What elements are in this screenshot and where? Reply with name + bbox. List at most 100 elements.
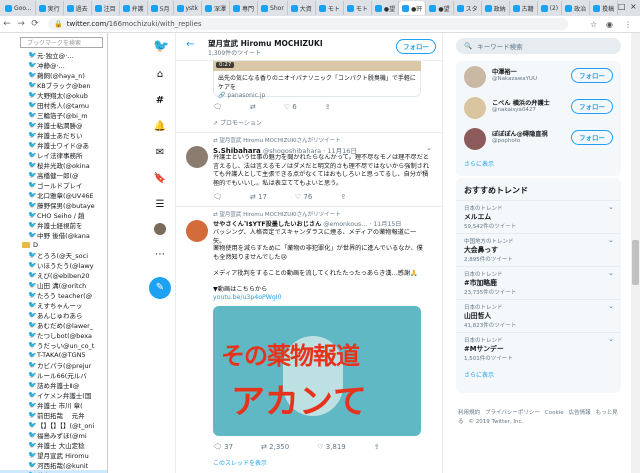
bookmark-item[interactable]: 🐦 中野 後借(@kana [0,230,107,241]
hashtag-icon[interactable]: # [153,95,167,106]
browser-tab[interactable]: 弁護 [120,1,148,15]
browser-tab[interactable]: Goo... [2,1,36,15]
author-name[interactable]: せやさくんἼ$YTF投墨したいおじさん [213,221,321,228]
retweet-button[interactable]: ⇄ 17 [250,193,267,201]
user-name[interactable]: こべん 横浜の弁護士 [492,98,550,107]
bookmark-item[interactable]: 🐦 とろろ(@天_soci [0,250,107,261]
avatar[interactable] [464,128,486,150]
star-icon[interactable]: ☆ [590,20,597,29]
bookmark-item[interactable]: 🐦 望月宣武 Hiromu [0,450,107,461]
bookmark-item[interactable]: 🐦 うだっい@un_co_t [0,340,107,351]
reload-icon[interactable]: ⟳ [28,19,42,29]
menu-icon[interactable]: ⋮ [624,20,632,29]
like-button[interactable]: ♡ 76 [295,193,312,201]
browser-tab[interactable]: ●望 [426,1,454,15]
bookmark-item[interactable]: 🐦 ルール66(元ルバ [0,370,107,381]
bookmark-item[interactable]: 🐦 元·独立@·... [0,50,107,61]
more-icon[interactable]: ⋯ [153,249,167,260]
bookmark-folder[interactable]: D [0,240,107,250]
bookmark-item[interactable]: 🐦 【】【】【】(@t_oni [0,420,107,431]
browser-tab[interactable]: モト [316,1,344,15]
bookmark-item[interactable]: 🐦 あむだめ(@lawer_ [0,320,107,331]
list-icon[interactable]: ☰ [153,199,167,210]
retweet-icon[interactable]: ⇄ [250,103,256,111]
bookmark-item[interactable]: 🐦 山田 溝(@oritch [0,280,107,291]
bookmark-item[interactable]: 🐦 ゴールドプレイ [0,180,107,191]
bookmark-icon[interactable]: 🔖 [153,173,167,184]
bookmark-item[interactable]: 🐦 三輪箔子(@bi_m [0,110,107,121]
follow-button[interactable]: フォロー [571,99,613,114]
bookmark-item[interactable]: 🐦 高橋健一郎(@ [0,170,107,181]
url-input[interactable]: 🔒 twitter.com/ 166mochizuki/with_replies [48,18,568,30]
browser-tab[interactable]: モト [344,1,372,15]
minimize-icon[interactable]: – [603,2,607,11]
browser-tab[interactable]: ●望 [372,1,400,15]
avatar[interactable] [186,220,208,242]
trend-item[interactable]: 日本のトレンド 山田哲人 41,823件のツイート ⌄ [456,299,621,331]
avatar[interactable] [464,97,486,119]
close-icon[interactable]: × [630,2,637,11]
browser-tab[interactable]: (2) [538,1,563,15]
browser-tab[interactable]: 過去 [64,1,92,15]
browser-tab[interactable]: 実行 [36,1,64,15]
bookmark-item[interactable]: 🐦 桜井光政(@okina [0,160,107,171]
trend-item[interactable]: 日本のトレンド #Mサンデー 1,501件のツイート ⌄ [456,332,621,364]
suggested-user[interactable]: 中澤裕一 @NakazawaYUU フォロー [456,61,621,92]
bookmark-item[interactable]: 🐦 CHO Seiho / 趙 [0,210,107,221]
trend-item[interactable]: 日本のトレンド #市加略鹿 23,735件のツイート ⌄ [456,266,621,298]
show-more-link[interactable]: さらに表示 [464,159,494,168]
chevron-down-icon[interactable]: ⌄ [608,236,614,244]
profile-icon[interactable] [154,223,166,235]
browser-tab[interactable]: 古籍 [510,1,538,15]
bookmark-item[interactable]: 🐦 いほうたう(@lawy [0,260,107,271]
bookmark-item[interactable]: 🐦 えび(@ebiben20 [0,270,107,281]
home-icon[interactable]: ⌂ [153,69,167,80]
browser-tab[interactable]: 注目 [92,1,120,15]
browser-tab[interactable]: 深澤 [202,1,231,15]
browser-tab[interactable]: ystk [174,1,203,15]
bookmark-item[interactable]: 🐦 KBブラック@ben [0,80,107,91]
reply-icon[interactable]: 🗨 [213,103,222,111]
compose-tweet-icon[interactable]: ✎ [149,277,171,299]
chevron-down-icon[interactable]: ⌄ [608,269,614,277]
retweet-button[interactable]: ⇄ 2,350 [261,443,289,451]
trend-item[interactable]: 日本のトレンド メルエム 59,542件のツイート ⌄ [456,200,621,232]
back-arrow-icon[interactable]: ← [186,39,194,50]
footer-link[interactable]: 広告情報 [569,410,591,416]
bookmark-item[interactable]: 🐦 詰め弁護士Ⅱ@ [0,380,107,391]
chevron-down-icon[interactable]: ⌄ [608,203,614,211]
bookmark-item[interactable]: 🐦 福島みずほ(@mi [0,430,107,441]
bookmark-item[interactable]: 🐦 カビパラ(@prejur [0,360,107,371]
follow-button[interactable]: フォロー [571,68,613,83]
browser-tab[interactable]: 専門 [230,1,259,15]
avatar-icon[interactable]: ◉ [606,20,613,29]
forward-icon[interactable]: → [14,19,28,29]
bookmark-item[interactable]: 🐦 弁護士ワイド@あ [0,140,107,151]
card-title[interactable]: 出先の気になる香りのニオイパナソニック「コンパクト脱臭機」で手軽にケアを [218,74,416,92]
browser-tab[interactable]: スタ [454,1,482,15]
back-icon[interactable]: ← [0,19,14,29]
user-name[interactable]: 中澤裕一 [492,67,517,76]
bookmark-item[interactable]: 🐦 河西拓哉(@kunit [0,460,107,471]
bookmark-search-input[interactable]: ブックマークを検索 [20,37,103,48]
reply-icon[interactable]: 🗨 [213,193,222,201]
bookmark-item[interactable]: 🐦 前田拓哉 元弁 [0,410,107,421]
chevron-down-icon[interactable]: ⌄ [426,144,432,152]
footer-link[interactable]: プライバシーポリシー [485,410,540,416]
follow-button[interactable]: フォロー [571,130,613,145]
bookmark-item[interactable]: 🐦 大野翔太(@okub [0,90,107,101]
browser-tab[interactable]: 政治 [562,1,591,15]
scrollbar-thumb[interactable] [632,240,639,285]
chevron-down-icon[interactable]: ⌄ [608,335,614,343]
show-thread-link[interactable]: このスレッドを表示 [213,458,267,467]
bookmark-item[interactable]: 🐦 鵜飼(@haya_n) [0,70,107,81]
user-name[interactable]: ぽぽぽん@碍隐直視 [492,129,548,138]
bookmark-item[interactable]: 🐦 あんじゅわあら [0,310,107,321]
bookmark-item[interactable]: 🐦 冲静@·... [0,60,107,71]
browser-tab[interactable]: 5月 [148,1,174,15]
avatar[interactable] [186,146,208,168]
like-button[interactable]: ♡ 3,819 [317,443,346,451]
twitter-bird-icon[interactable]: 🐦 [153,39,169,54]
bookmark-item[interactable]: 🐦 弁護士 市川 章( [0,400,107,411]
browser-tab[interactable]: 大資 [288,1,316,15]
